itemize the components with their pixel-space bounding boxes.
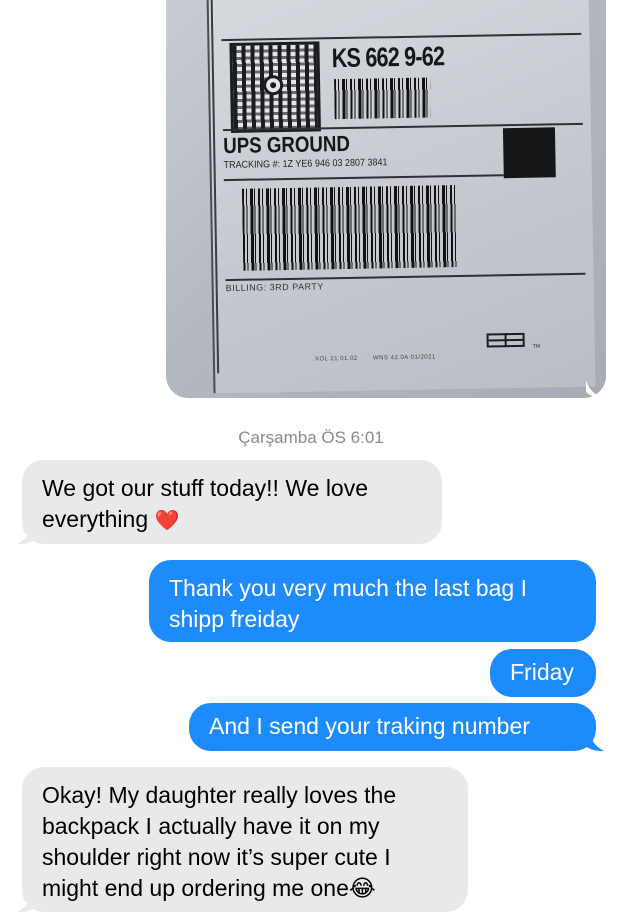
message-text: backpack I actually have it on my [42,813,380,839]
outgoing-message[interactable]: And I send your traking number [189,703,596,751]
maxicode [229,41,321,133]
shipping-label: KS 662 9-62 UPS GROUND TRACKING #: 1Z YE… [206,0,596,394]
message-text: Okay! My daughter really loves the [42,782,397,808]
outgoing-message[interactable]: Thank you very much the last bag I shipp… [149,560,596,642]
trademark: TM [532,343,541,350]
label-divider [221,32,582,41]
label-divider [225,272,586,281]
bubble-tail [17,526,37,545]
outgoing-message[interactable]: Friday [490,649,596,697]
routing-barcode [334,77,431,120]
parcel-icon [486,332,525,348]
tracking-barcode [241,185,458,271]
message-text: shoulder right now it’s super cute I [42,844,391,870]
tracking-number: TRACKING #: 1Z YE6 946 03 2807 3841 [223,157,388,172]
incoming-message[interactable]: We got our stuff today!! We love everyth… [22,460,442,544]
label-divider [223,174,504,181]
bubble-tail [584,733,604,752]
heart-emoji-icon: ❤️ [154,510,180,532]
label-border [210,0,220,374]
message-text: might end up ordering me one [42,875,349,901]
service-indicator-box [502,127,556,179]
message-text: everything [42,506,149,532]
message-text: And I send your traking number [209,713,530,739]
bubble-tail [586,380,604,398]
incoming-message[interactable]: Okay! My daughter really loves the backp… [22,767,468,912]
message-timestamp: Çarşamba ÖS 6:01 [238,428,384,447]
footer-code-right: WNS 42.0A 01/2021 [372,354,436,362]
message-text: shipp freiday [169,606,300,632]
bubble-tail [17,894,37,913]
message-text: Thank you very much the last bag I [169,575,527,601]
footer-code-left: XOL 21 01.02 [314,355,358,363]
routing-code: KS 662 9-62 [331,41,445,74]
message-text: Friday [510,659,574,685]
message-text: We got our stuff today!! We love [42,475,369,501]
service-name: UPS GROUND [222,130,351,159]
billing-info: BILLING: 3RD PARTY [225,281,324,294]
photo-attachment[interactable]: KS 662 9-62 UPS GROUND TRACKING #: 1Z YE… [166,0,606,398]
laughing-tears-emoji-icon: 😂 [348,875,376,901]
